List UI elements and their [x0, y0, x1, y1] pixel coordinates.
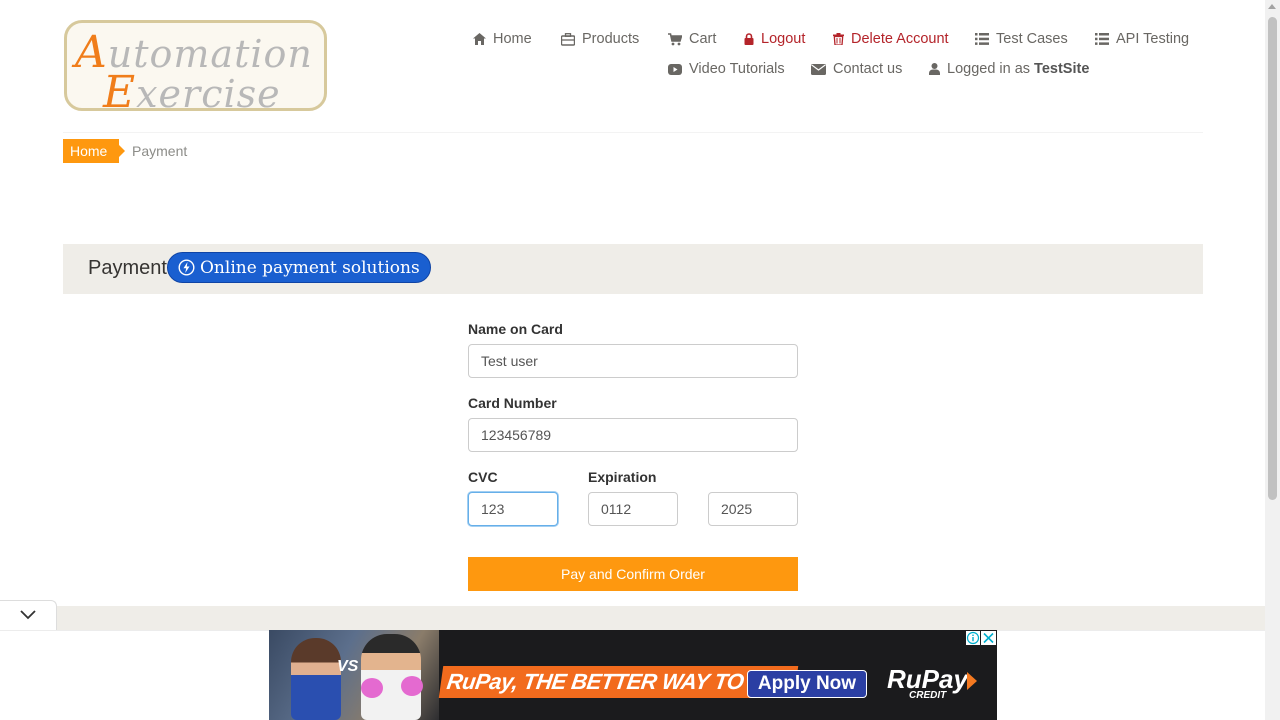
- pay-and-confirm-button[interactable]: Pay and Confirm Order: [468, 557, 798, 591]
- nav-logged-in-as: Logged in as TestSite: [929, 61, 1089, 77]
- trash-icon: [833, 33, 844, 45]
- footer-band: [57, 606, 1265, 630]
- ad-close-icon[interactable]: [981, 631, 996, 645]
- card-number-label: Card Number: [468, 395, 557, 411]
- ad-brand-arrow-icon: [967, 672, 977, 690]
- ad-chip-online-payment[interactable]: Online payment solutions: [167, 252, 431, 283]
- ad-vs-text: VS: [337, 658, 359, 675]
- nav-test-cases[interactable]: Test Cases: [975, 31, 1068, 47]
- lightning-icon: [178, 259, 195, 276]
- ad-photo: VS: [269, 630, 439, 720]
- collapse-ad-button[interactable]: [0, 600, 57, 630]
- site-logo[interactable]: Automation Exercise: [64, 20, 327, 111]
- name-on-card-input[interactable]: [468, 344, 798, 378]
- page-scrollbar[interactable]: [1265, 0, 1280, 720]
- rupay-banner-ad[interactable]: VS RuPay, THE BETTER WAY TO PAY Apply No…: [269, 630, 997, 720]
- products-icon: [561, 32, 575, 46]
- cvc-input[interactable]: [468, 492, 558, 526]
- page-title: Payment: [88, 257, 167, 279]
- logo-line-2: Exercise: [103, 67, 281, 111]
- name-on-card-label: Name on Card: [468, 321, 563, 337]
- expiration-year-input[interactable]: [708, 492, 798, 526]
- ad-apply-now-button[interactable]: Apply Now: [747, 670, 867, 698]
- ad-info-icon[interactable]: [966, 631, 980, 645]
- ad-brand-sub: CREDIT: [909, 690, 947, 701]
- chevron-down-icon: [20, 610, 36, 620]
- nav-cart[interactable]: Cart: [668, 31, 716, 47]
- nav-video-tutorials[interactable]: Video Tutorials: [668, 61, 785, 77]
- cart-icon: [668, 32, 682, 45]
- lock-icon: [744, 33, 754, 45]
- payment-heading-band: Payment Online payment solutions: [63, 244, 1203, 294]
- nav-products[interactable]: Products: [561, 31, 639, 47]
- scroll-up-arrow-icon[interactable]: [1268, 4, 1276, 9]
- youtube-icon: [668, 63, 682, 75]
- header-divider: [63, 132, 1203, 133]
- user-icon: [929, 63, 940, 75]
- envelope-icon: [811, 63, 826, 75]
- scrollbar-thumb[interactable]: [1268, 17, 1277, 500]
- home-icon: [473, 33, 486, 45]
- logged-in-username: TestSite: [1034, 61, 1090, 77]
- ad-glove-left: [361, 678, 383, 698]
- expiration-month-input[interactable]: [588, 492, 678, 526]
- nav-contact-us[interactable]: Contact us: [811, 61, 902, 77]
- breadcrumb-home[interactable]: Home: [63, 139, 126, 163]
- nav-delete-account[interactable]: Delete Account: [833, 31, 949, 47]
- list-icon: [1095, 33, 1109, 45]
- nav-home[interactable]: Home: [473, 31, 532, 47]
- ad-person-left: [291, 638, 341, 720]
- ad-glove-right: [401, 676, 423, 696]
- nav-logout[interactable]: Logout: [744, 31, 805, 47]
- cvc-label: CVC: [468, 469, 498, 485]
- breadcrumb-current: Payment: [132, 143, 188, 159]
- ad-tagline: RuPay, THE BETTER WAY TO PAY: [438, 666, 798, 698]
- card-number-input[interactable]: [468, 418, 798, 452]
- expiration-label: Expiration: [588, 469, 657, 485]
- list-icon: [975, 33, 989, 45]
- nav-api-testing[interactable]: API Testing: [1095, 31, 1189, 47]
